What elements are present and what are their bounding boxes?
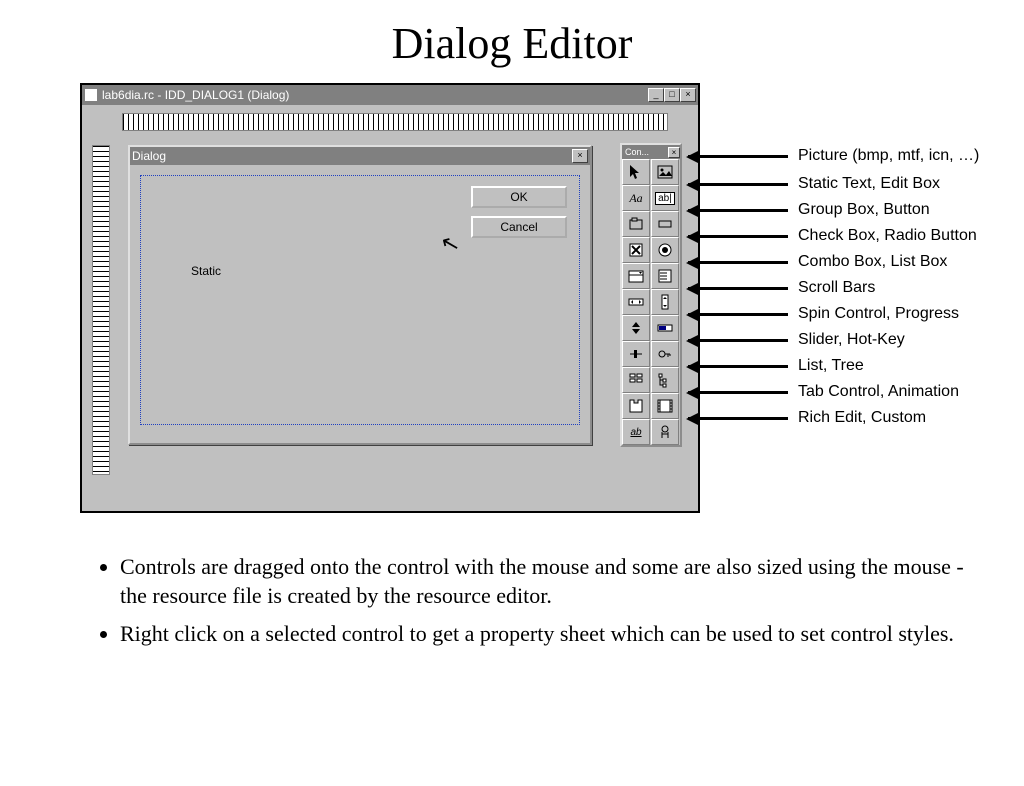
- group-box-icon[interactable]: [622, 211, 650, 237]
- palette-grid: Aa ab| ab: [622, 159, 680, 445]
- ok-button[interactable]: OK: [471, 186, 567, 208]
- slide-bullets: Controls are dragged onto the control wi…: [80, 553, 964, 649]
- combo-box-icon[interactable]: [622, 263, 650, 289]
- controls-palette[interactable]: Con... × Aa ab| ab: [620, 143, 682, 447]
- dialog-titlebar[interactable]: Dialog ×: [130, 147, 590, 165]
- animation-icon[interactable]: [651, 393, 679, 419]
- minimize-button[interactable]: _: [648, 88, 664, 102]
- richedit-icon[interactable]: ab: [622, 419, 650, 445]
- close-button[interactable]: ×: [680, 88, 696, 102]
- arrow-icon: [688, 262, 788, 263]
- annotation-label: Combo Box, List Box: [798, 253, 947, 271]
- arrow-icon: [688, 366, 788, 367]
- annotation-label: Static Text, Edit Box: [798, 175, 940, 193]
- pointer-icon[interactable]: [622, 159, 650, 185]
- annotation-label: Picture (bmp, mtf, icn, …): [798, 147, 979, 165]
- dialog-body[interactable]: OK Cancel Static ↖: [140, 175, 580, 425]
- arrow-icon: [688, 288, 788, 289]
- palette-close-button[interactable]: ×: [668, 147, 680, 158]
- annotation: Check Box, Radio Button: [688, 227, 977, 245]
- dialog-title: Dialog: [132, 149, 166, 163]
- button-icon[interactable]: [651, 211, 679, 237]
- arrow-icon: [688, 236, 788, 237]
- annotation: Spin Control, Progress: [688, 305, 959, 323]
- bullet-item: Right click on a selected control to get…: [120, 620, 964, 649]
- annotation-label: Group Box, Button: [798, 201, 930, 219]
- check-box-icon[interactable]: [622, 237, 650, 263]
- maximize-button[interactable]: □: [664, 88, 680, 102]
- tree-ctrl-icon[interactable]: [651, 367, 679, 393]
- app-icon: [84, 88, 98, 102]
- arrow-icon: [688, 418, 788, 419]
- editor-title: lab6dia.rc - IDD_DIALOG1 (Dialog): [102, 88, 648, 102]
- arrow-icon: [688, 156, 788, 157]
- annotation: Picture (bmp, mtf, icn, …): [688, 147, 979, 165]
- annotation: Tab Control, Animation: [688, 383, 959, 401]
- arrow-icon: [688, 210, 788, 211]
- bullet-item: Controls are dragged onto the control wi…: [120, 553, 964, 610]
- hotkey-icon[interactable]: [651, 341, 679, 367]
- horizontal-ruler: [122, 113, 668, 131]
- dialog-close-button[interactable]: ×: [572, 149, 588, 163]
- progress-icon[interactable]: [651, 315, 679, 341]
- arrow-icon: [688, 340, 788, 341]
- annotation: List, Tree: [688, 357, 864, 375]
- annotation-label: Spin Control, Progress: [798, 305, 959, 323]
- slide-title: Dialog Editor: [0, 18, 1024, 69]
- annotation: Slider, Hot-Key: [688, 331, 905, 349]
- static-text-control[interactable]: Static: [191, 264, 221, 278]
- editor-window: lab6dia.rc - IDD_DIALOG1 (Dialog) _ □ × …: [80, 83, 700, 513]
- annotation: Scroll Bars: [688, 279, 875, 297]
- custom-icon[interactable]: [651, 419, 679, 445]
- radio-button-icon[interactable]: [651, 237, 679, 263]
- annotation-label: Rich Edit, Custom: [798, 409, 926, 427]
- screenshot-stage: lab6dia.rc - IDD_DIALOG1 (Dialog) _ □ × …: [80, 83, 950, 523]
- palette-titlebar[interactable]: Con... ×: [622, 145, 680, 159]
- arrow-icon: [688, 184, 788, 185]
- tab-ctrl-icon[interactable]: [622, 393, 650, 419]
- cursor-icon: ↖: [438, 229, 463, 259]
- spin-icon[interactable]: [622, 315, 650, 341]
- picture-icon[interactable]: [651, 159, 679, 185]
- edit-box-icon[interactable]: ab|: [651, 185, 679, 211]
- palette-title: Con...: [625, 147, 649, 157]
- cancel-button[interactable]: Cancel: [471, 216, 567, 238]
- vscroll-icon[interactable]: [651, 289, 679, 315]
- hscroll-icon[interactable]: [622, 289, 650, 315]
- list-box-icon[interactable]: [651, 263, 679, 289]
- annotation: Static Text, Edit Box: [688, 175, 940, 193]
- annotation: Group Box, Button: [688, 201, 930, 219]
- list-ctrl-icon[interactable]: [622, 367, 650, 393]
- annotation-label: Slider, Hot-Key: [798, 331, 905, 349]
- arrow-icon: [688, 392, 788, 393]
- annotation: Combo Box, List Box: [688, 253, 947, 271]
- annotation-label: Tab Control, Animation: [798, 383, 959, 401]
- annotation-label: Scroll Bars: [798, 279, 875, 297]
- editor-titlebar[interactable]: lab6dia.rc - IDD_DIALOG1 (Dialog) _ □ ×: [82, 85, 698, 105]
- annotation-label: Check Box, Radio Button: [798, 227, 977, 245]
- vertical-ruler: [92, 145, 110, 475]
- annotation: Rich Edit, Custom: [688, 409, 926, 427]
- arrow-icon: [688, 314, 788, 315]
- dialog-preview[interactable]: Dialog × OK Cancel Static ↖: [128, 145, 592, 445]
- annotation-label: List, Tree: [798, 357, 864, 375]
- slider-icon[interactable]: [622, 341, 650, 367]
- static-text-icon[interactable]: Aa: [622, 185, 650, 211]
